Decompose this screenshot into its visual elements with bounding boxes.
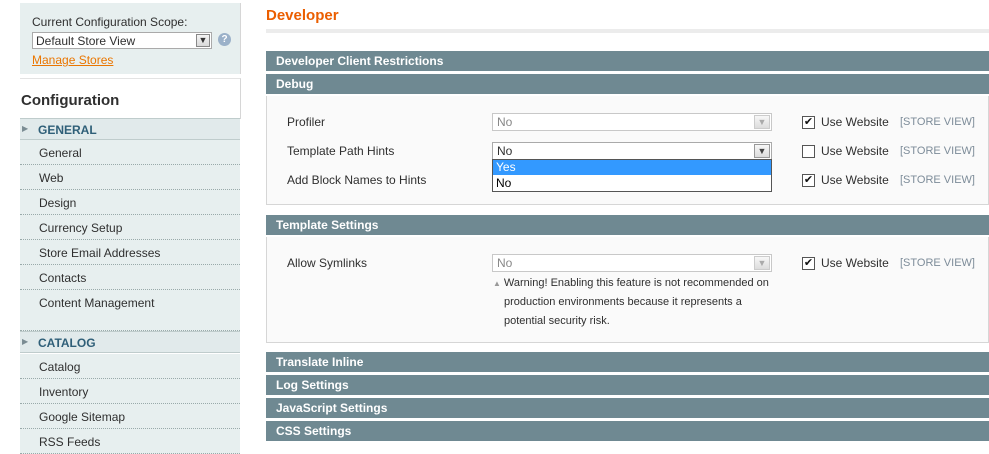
chevron-down-icon: ▼: [754, 115, 770, 129]
template-path-hints-dropdown-list: Yes No: [492, 159, 772, 192]
nav-item-google-sitemap[interactable]: Google Sitemap: [20, 404, 240, 429]
scope-tag: [STORE VIEW]: [900, 116, 975, 128]
dropdown-option-no[interactable]: No: [493, 176, 771, 191]
chevron-down-icon: ▼: [196, 34, 210, 47]
scope-tag: [STORE VIEW]: [900, 145, 975, 157]
section-header-debug[interactable]: Debug: [266, 74, 989, 95]
warning-triangle-icon: ▲: [493, 279, 501, 288]
warning-line: potential security risk.: [504, 315, 610, 327]
page-title: Developer: [266, 7, 339, 24]
symlink-warning-note: ▲ Warning! Enabling this feature is not r…: [493, 274, 783, 331]
scope-select[interactable]: Default Store View ▼: [32, 32, 212, 49]
field-label-template-path-hints: Template Path Hints: [287, 144, 395, 158]
use-website-label: Use Website: [821, 256, 889, 270]
nav-item-label: Store Email Addresses: [39, 246, 161, 260]
use-website-label: Use Website: [821, 144, 889, 158]
expand-triangle-icon: ▶: [22, 124, 29, 133]
nav-item-label: Google Sitemap: [39, 410, 126, 424]
nav-section-catalog[interactable]: ▶ CATALOG: [20, 331, 240, 353]
nav-item-store-email-addresses[interactable]: Store Email Addresses: [20, 240, 240, 265]
use-website-checkbox-profiler[interactable]: ✔: [802, 116, 815, 129]
template-path-hints-select[interactable]: No ▼: [492, 142, 772, 160]
field-label-profiler: Profiler: [287, 115, 326, 129]
nav-item-web[interactable]: Web: [20, 165, 240, 190]
warning-line: production environments because it repre…: [504, 296, 742, 308]
section-header-template-settings[interactable]: Template Settings: [266, 215, 989, 236]
select-value: No: [497, 144, 513, 158]
section-header-css-settings[interactable]: CSS Settings: [266, 421, 989, 442]
nav-section-general[interactable]: ▶ GENERAL: [20, 118, 240, 140]
nav-item-contacts[interactable]: Contacts: [20, 265, 240, 290]
section-header-javascript-settings[interactable]: JavaScript Settings: [266, 398, 989, 419]
nav-item-label: Design: [39, 196, 77, 210]
dropdown-option-yes[interactable]: Yes: [493, 160, 771, 175]
profiler-select[interactable]: No ▼: [492, 113, 772, 131]
manage-stores-link[interactable]: Manage Stores: [32, 53, 113, 67]
nav-item-design[interactable]: Design: [20, 190, 240, 215]
configuration-heading-box: Configuration: [20, 78, 241, 119]
section-header-translate-inline[interactable]: Translate Inline: [266, 352, 989, 373]
use-website-label: Use Website: [821, 173, 889, 187]
nav-item-label: General: [39, 146, 82, 160]
select-value: No: [497, 115, 513, 129]
scope-switcher-panel: Current Configuration Scope: Default Sto…: [20, 3, 241, 74]
use-website-checkbox-allow-symlinks[interactable]: ✔: [802, 257, 815, 270]
chevron-down-icon: ▼: [754, 256, 770, 270]
nav-item-label: RSS Feeds: [39, 435, 101, 449]
expand-triangle-icon: ▶: [22, 337, 29, 346]
nav-item-content-management[interactable]: Content Management: [20, 290, 240, 331]
nav-item-label: Web: [39, 171, 64, 185]
scope-tag: [STORE VIEW]: [900, 257, 975, 269]
nav-item-currency-setup[interactable]: Currency Setup: [20, 215, 240, 240]
use-website-checkbox-template-path-hints[interactable]: [802, 145, 815, 158]
use-website-label: Use Website: [821, 115, 889, 129]
select-value: No: [497, 256, 513, 270]
warning-line: Warning! Enabling this feature is not re…: [503, 277, 769, 289]
nav-item-label: Catalog: [39, 360, 81, 374]
help-icon[interactable]: ?: [218, 33, 231, 46]
nav-item-catalog[interactable]: Catalog: [20, 354, 240, 379]
nav-section-label: CATALOG: [38, 336, 96, 350]
title-divider: [266, 29, 989, 33]
nav-item-label: Currency Setup: [39, 221, 123, 235]
scope-tag: [STORE VIEW]: [900, 174, 975, 186]
nav-item-inventory[interactable]: Inventory: [20, 379, 240, 404]
section-header-client-restrictions[interactable]: Developer Client Restrictions: [266, 51, 989, 72]
nav-item-rss-feeds[interactable]: RSS Feeds: [20, 429, 240, 454]
use-website-checkbox-add-block-names[interactable]: ✔: [802, 174, 815, 187]
field-label-add-block-names: Add Block Names to Hints: [287, 173, 427, 187]
field-label-allow-symlinks: Allow Symlinks: [287, 256, 368, 270]
nav-item-general[interactable]: General: [20, 140, 240, 165]
nav-item-label: Contacts: [39, 271, 87, 285]
scope-label: Current Configuration Scope:: [32, 15, 188, 29]
chevron-down-icon: ▼: [754, 144, 770, 158]
configuration-heading: Configuration: [21, 92, 120, 109]
scope-select-value: Default Store View: [36, 34, 136, 48]
nav-section-label: GENERAL: [38, 123, 97, 137]
nav-item-label: Inventory: [39, 385, 89, 399]
nav-item-label: Content Management: [39, 296, 155, 310]
allow-symlinks-select[interactable]: No ▼: [492, 254, 772, 272]
section-header-log-settings[interactable]: Log Settings: [266, 375, 989, 396]
